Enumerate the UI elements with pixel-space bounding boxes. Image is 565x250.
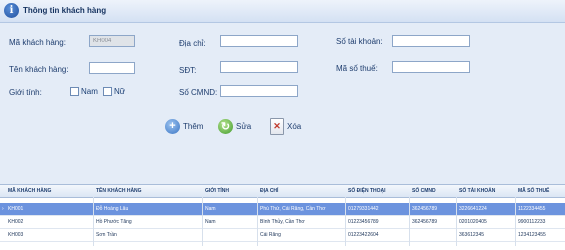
row-indicator-icon: › — [2, 206, 4, 212]
so-cmnd-label: Số CMND: — [179, 88, 218, 97]
column-divider — [456, 197, 457, 246]
cell-sdt: 01223456789 — [348, 219, 379, 225]
them-button[interactable]: + Thêm — [165, 116, 203, 136]
column-divider — [257, 197, 258, 246]
cell-mst: 9900112233 — [518, 219, 546, 225]
add-icon: + — [165, 118, 180, 134]
sdt-label: SĐT: — [179, 66, 197, 75]
cell-so-tk: 363612345 — [459, 232, 485, 238]
cell-gioi-tinh: Nam — [205, 219, 216, 225]
header-so-tai-khoan[interactable]: SỐ TÀI KHOẢN — [459, 188, 495, 194]
gioi-tinh-label: Giới tính: — [9, 88, 42, 97]
title-bar: i Thông tin khách hàng — [0, 0, 565, 23]
cell-cmnd: 362456789 — [412, 206, 438, 212]
nam-checkbox-box[interactable] — [70, 87, 79, 96]
nu-checkbox[interactable]: Nữ — [103, 87, 125, 96]
ma-khach-hang-label: Mã khách hàng: — [9, 38, 66, 47]
cell-ma: KH001 — [8, 206, 24, 212]
header-ten-khach-hang[interactable]: TÊN KHÁCH HÀNG — [96, 188, 142, 194]
delete-document-icon: ✕ — [270, 117, 284, 135]
header-so-dien-thoai[interactable]: SỐ ĐIỆN THOẠI — [348, 188, 386, 194]
table-row[interactable]: KH003 Sơn Trần Cái Răng 01223422604 3636… — [0, 229, 565, 242]
column-divider — [93, 197, 94, 246]
ten-khach-hang-input[interactable] — [89, 62, 135, 74]
cell-dia-chi: Bình Thủy, Cần Thơ — [260, 219, 305, 225]
column-divider — [409, 197, 410, 246]
cell-so-tk: 3226641224 — [459, 206, 487, 212]
xoa-label: Xóa — [287, 121, 302, 131]
so-cmnd-input[interactable] — [220, 85, 298, 97]
so-tai-khoan-input[interactable] — [392, 35, 470, 47]
nam-label: Nam — [81, 87, 98, 96]
ma-khach-hang-input[interactable] — [89, 35, 135, 47]
header-ma-so-thue[interactable]: MÃ SỐ THUẾ — [518, 188, 549, 194]
column-divider — [345, 197, 346, 246]
header-so-cmnd[interactable]: SỐ CMND — [412, 188, 436, 194]
table-row[interactable]: KH002 Hồ Phước Tăng Nam Bình Thủy, Cần T… — [0, 216, 565, 229]
sua-button[interactable]: ↻ Sửa — [218, 116, 251, 136]
window-title: Thông tin khách hàng — [23, 6, 107, 15]
xoa-button[interactable]: ✕ Xóa — [270, 116, 301, 136]
column-divider — [202, 197, 203, 246]
cell-so-tk: 0201020405 — [459, 219, 487, 225]
cell-ten: Sơn Trần — [96, 232, 117, 238]
cell-cmnd: 362456789 — [412, 219, 438, 225]
header-dia-chi[interactable]: ĐỊA CHỈ — [260, 188, 278, 194]
cell-sdt: 01279331442 — [348, 206, 379, 212]
ten-khach-hang-label: Tên khách hàng: — [9, 65, 69, 74]
nu-checkbox-box[interactable] — [103, 87, 112, 96]
cell-gioi-tinh: Nam — [205, 206, 216, 212]
table-row[interactable]: › KH001 Đỗ Hoàng Lâu Nam Phú Thứ, Cái Ră… — [0, 203, 565, 216]
column-divider — [515, 197, 516, 246]
dia-chi-input[interactable] — [220, 35, 298, 47]
ma-so-thue-input[interactable] — [392, 61, 470, 73]
cell-ten: Hồ Phước Tăng — [96, 219, 132, 225]
cell-ten: Đỗ Hoàng Lâu — [96, 206, 129, 212]
cell-dia-chi: Phú Thứ, Cái Răng, Cần Thơ — [260, 206, 326, 212]
nu-label: Nữ — [114, 87, 126, 96]
cell-ma: KH002 — [8, 219, 24, 225]
cell-sdt: 01223422604 — [348, 232, 379, 238]
so-tai-khoan-label: Số tài khoản: — [336, 37, 383, 46]
ma-so-thue-label: Mã số thuế: — [336, 64, 378, 73]
sdt-input[interactable] — [220, 61, 298, 73]
dia-chi-label: Địa chỉ: — [179, 39, 206, 48]
info-icon: i — [4, 3, 19, 18]
sua-label: Sửa — [236, 121, 252, 131]
cell-mst: 1122334455 — [518, 206, 546, 212]
header-gioi-tinh[interactable]: GIỚI TÍNH — [205, 188, 229, 194]
customer-table: MÃ KHÁCH HÀNG TÊN KHÁCH HÀNG GIỚI TÍNH Đ… — [0, 184, 565, 250]
cell-dia-chi: Cái Răng — [260, 232, 281, 238]
header-ma-khach-hang[interactable]: MÃ KHÁCH HÀNG — [8, 188, 51, 194]
them-label: Thêm — [183, 121, 204, 131]
nam-checkbox[interactable]: Nam — [70, 87, 98, 96]
cell-ma: KH003 — [8, 232, 24, 238]
refresh-icon: ↻ — [218, 118, 233, 134]
table-header: MÃ KHÁCH HÀNG TÊN KHÁCH HÀNG GIỚI TÍNH Đ… — [0, 185, 565, 198]
cell-mst: 1234123455 — [518, 232, 546, 238]
